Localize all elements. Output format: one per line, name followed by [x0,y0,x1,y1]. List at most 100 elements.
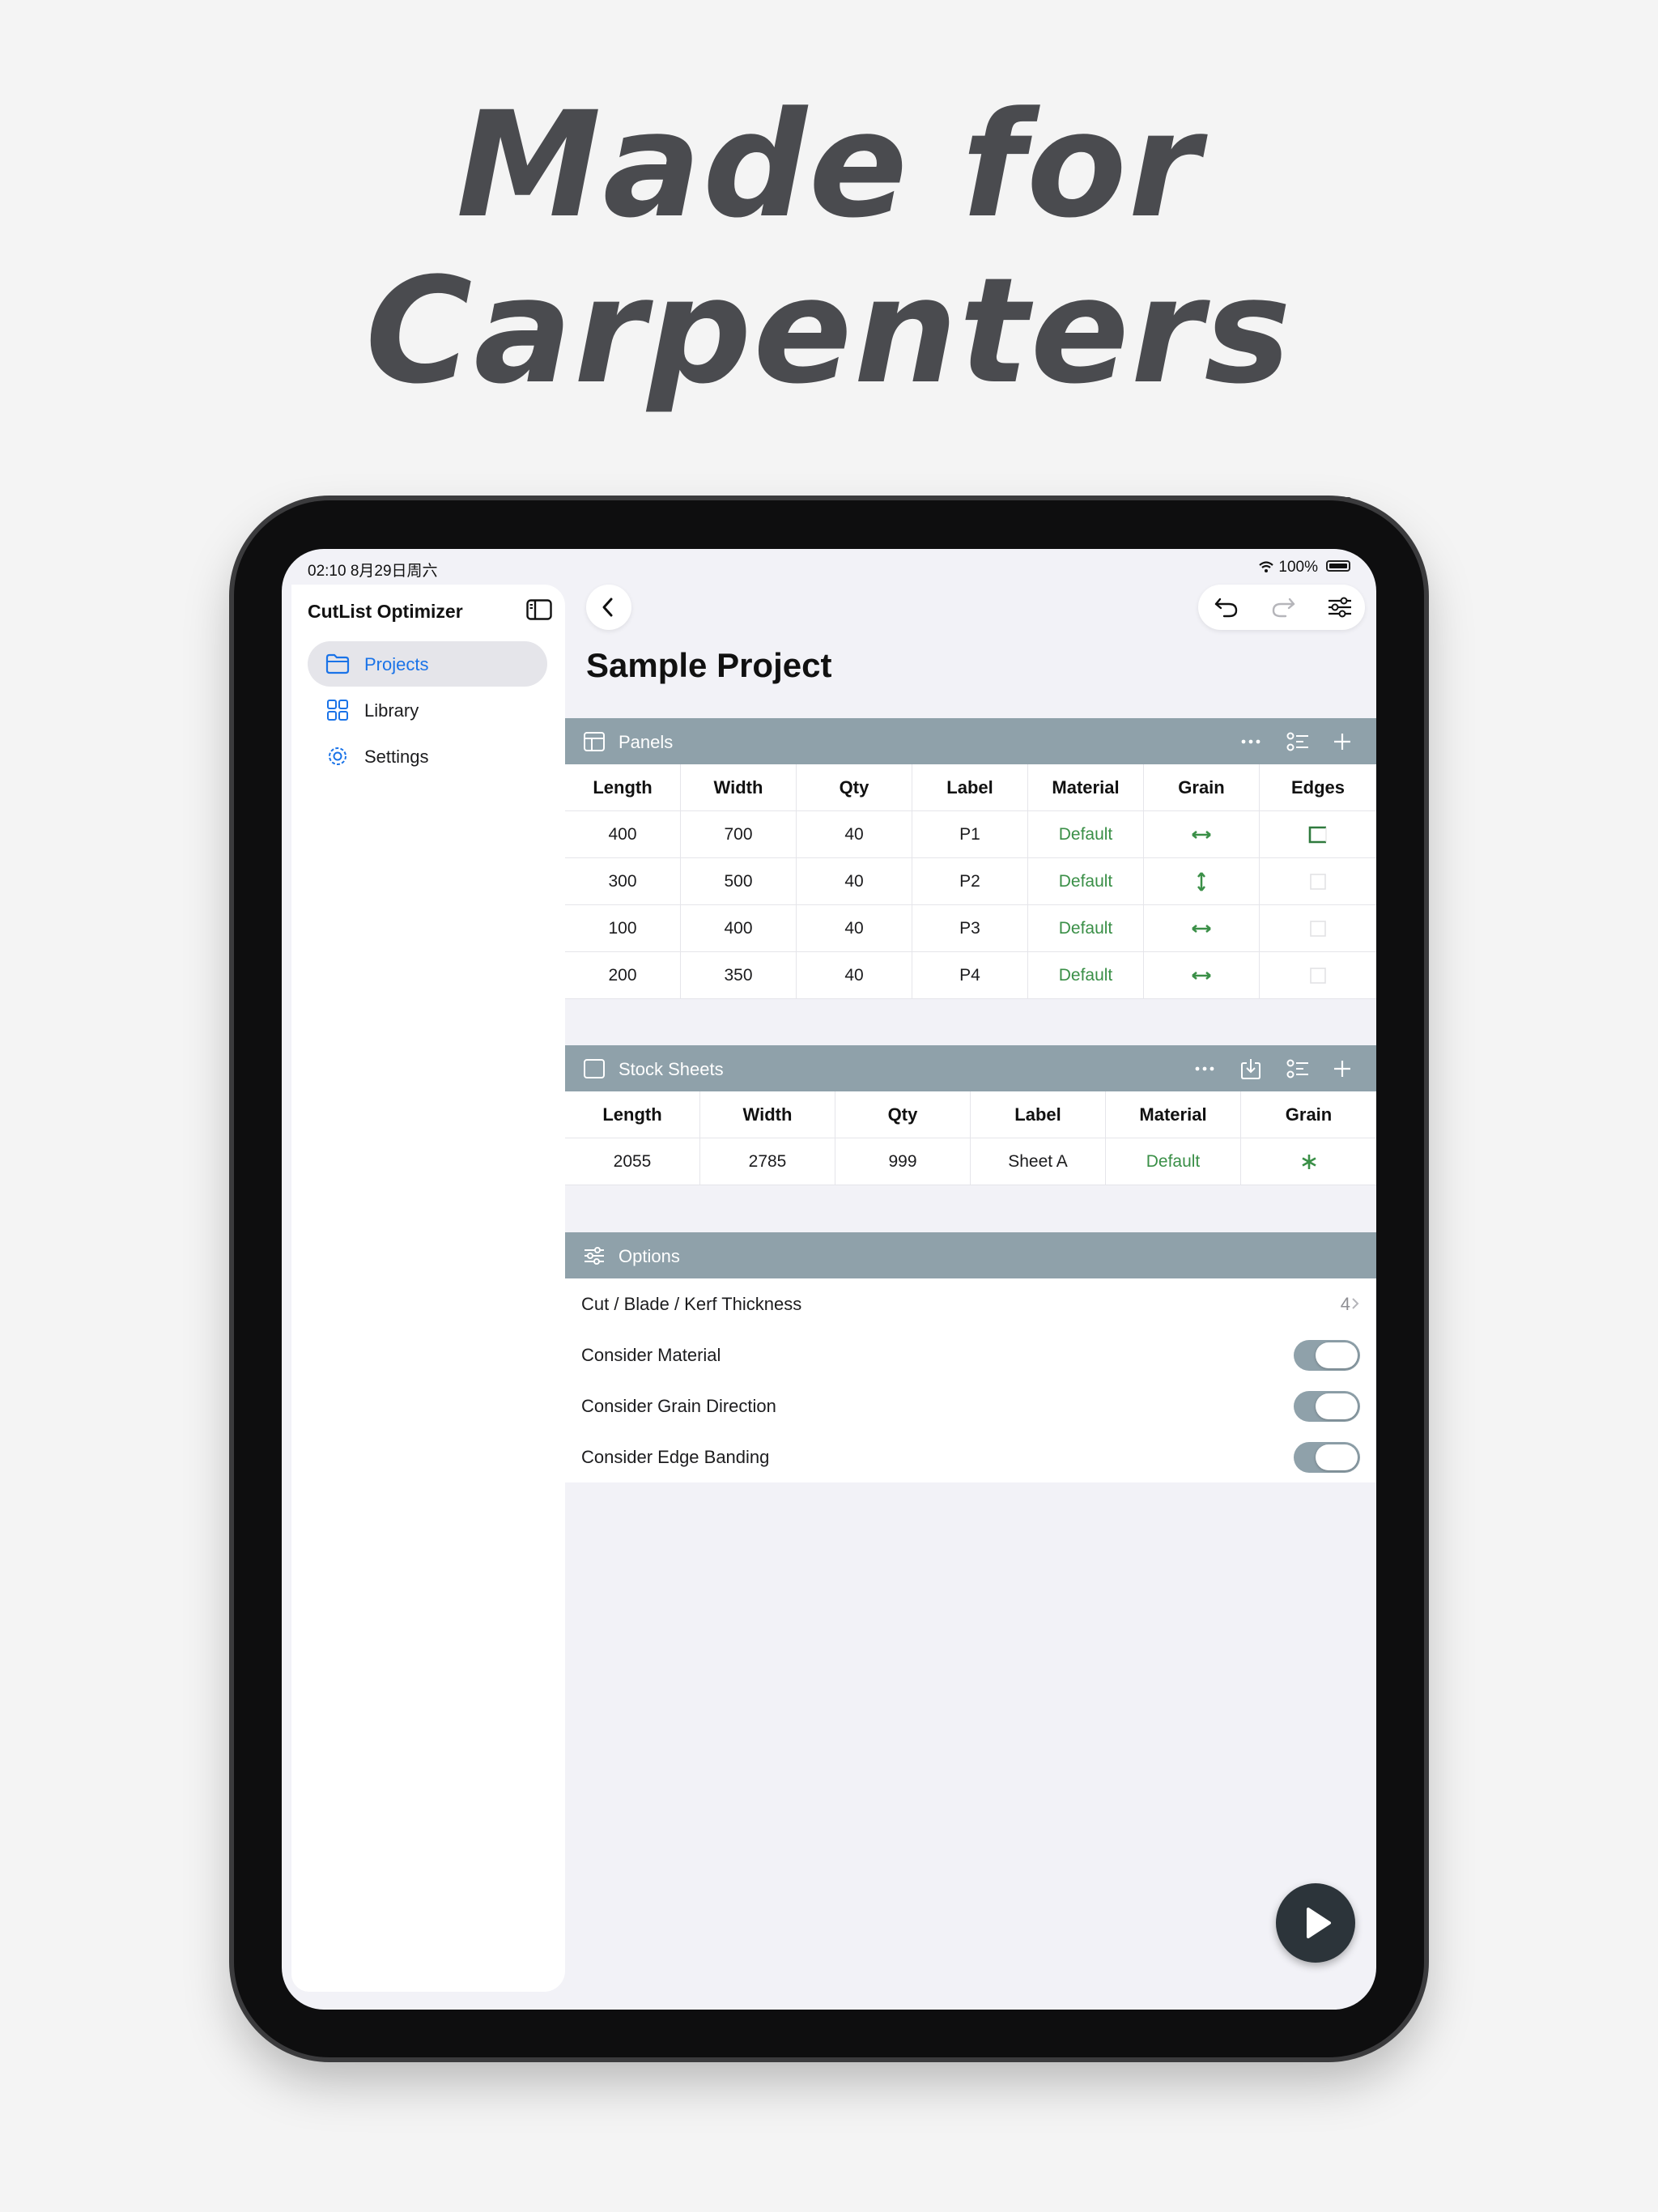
sidebar-item-projects[interactable]: Projects [308,641,547,687]
grain-horizontal-icon [1192,831,1211,840]
table-row[interactable]: 300 500 40 P2 Default [565,858,1376,905]
page-title: Sample Project [586,646,832,684]
battery-percent: 100% [1278,559,1318,576]
sidebar-toggle-icon[interactable] [526,599,552,620]
table-row[interactable]: 400 700 40 P1 Default [565,811,1376,858]
cell-grain[interactable] [1241,1138,1376,1185]
edge-empty-icon [1310,874,1326,891]
undo-icon[interactable] [1213,595,1240,619]
column-header: Width [700,1091,835,1138]
checklist-icon[interactable] [1286,1057,1310,1081]
options-list: Cut / Blade / Kerf Thickness 4 Consider … [565,1278,1376,1482]
app-title: CutList Optimizer [308,601,463,622]
panels-header: Panels [565,718,1376,764]
cell-grain[interactable] [1144,905,1260,951]
consider-edge-banding-row: Consider Edge Banding [565,1431,1376,1482]
add-sheet-icon[interactable] [1330,1057,1354,1081]
sidebar-item-label: Projects [364,654,429,674]
sidebar-item-library[interactable]: Library [308,687,547,733]
headline-line-2: Carpenters [365,247,1293,416]
cell-material[interactable]: Default [1028,905,1144,951]
cell-length[interactable]: 300 [565,858,681,904]
cell-material[interactable]: Default [1028,811,1144,857]
cell-width[interactable]: 400 [681,905,797,951]
consider-grain-toggle[interactable] [1294,1391,1360,1422]
cell-width[interactable]: 2785 [700,1138,835,1185]
edge-banding-icon [1308,827,1327,844]
cell-label[interactable]: Sheet A [971,1138,1106,1185]
table-row[interactable]: 100 400 40 P3 Default [565,905,1376,952]
consider-edge-banding-toggle[interactable] [1294,1442,1360,1473]
cell-qty[interactable]: 999 [835,1138,971,1185]
stock-sheets-title: Stock Sheets [619,1059,724,1079]
cell-length[interactable]: 2055 [565,1138,700,1185]
cell-label[interactable]: P3 [912,905,1028,951]
gear-icon [329,747,346,765]
column-header: Grain [1144,764,1260,810]
sliders-icon[interactable] [1326,595,1354,619]
column-header: Length [565,764,681,810]
cell-qty[interactable]: 40 [797,905,912,951]
more-icon[interactable] [1239,730,1263,754]
cell-qty[interactable]: 40 [797,858,912,904]
cell-edges[interactable] [1260,905,1376,951]
cell-label[interactable]: P1 [912,811,1028,857]
option-label: Consider Edge Banding [581,1447,770,1467]
option-label: Consider Material [581,1345,721,1365]
more-icon[interactable] [1192,1057,1217,1081]
grain-any-icon [1301,1155,1316,1170]
status-battery-text: 100% [1258,559,1318,576]
consider-material-toggle[interactable] [1294,1340,1360,1371]
column-header: Qty [797,764,912,810]
consider-material-row: Consider Material [565,1329,1376,1380]
consider-grain-row: Consider Grain Direction [565,1380,1376,1431]
options-title: Options [619,1246,680,1266]
cell-width[interactable]: 500 [681,858,797,904]
cell-edges[interactable] [1260,858,1376,904]
import-icon[interactable] [1239,1057,1263,1081]
cell-label[interactable]: P4 [912,952,1028,998]
grain-horizontal-icon [1192,972,1211,981]
cell-edges[interactable] [1260,811,1376,857]
folder-icon [325,653,350,674]
cell-material[interactable]: Default [1028,952,1144,998]
edge-empty-icon [1310,921,1326,938]
cell-label[interactable]: P2 [912,858,1028,904]
cell-edges[interactable] [1260,952,1376,998]
cell-qty[interactable]: 40 [797,952,912,998]
cell-grain[interactable] [1144,811,1260,857]
toolbar-actions [1198,585,1365,630]
headline-line-1: Made for [456,81,1202,250]
cell-length[interactable]: 400 [565,811,681,857]
table-row[interactable]: 2055 2785 999 Sheet A Default [565,1138,1376,1185]
cell-material[interactable]: Default [1028,858,1144,904]
column-header: Grain [1285,1104,1333,1125]
redo-icon[interactable] [1269,595,1297,619]
main-content: Sample Project Panels Length Width Qty L… [565,585,1376,2010]
cell-material[interactable]: Default [1106,1138,1241,1185]
cell-grain[interactable] [1144,858,1260,904]
add-panel-icon[interactable] [1330,730,1354,754]
optimize-play-button[interactable] [1276,1883,1355,1963]
cell-width[interactable]: 350 [681,952,797,998]
kerf-thickness-row[interactable]: Cut / Blade / Kerf Thickness 4 [565,1278,1376,1329]
sidebar: CutList Optimizer Projects Library Setti… [291,585,565,1992]
grain-vertical-icon [1197,872,1205,892]
checklist-icon[interactable] [1286,730,1310,754]
table-row[interactable]: 200 350 40 P4 Default [565,952,1376,999]
chevron-right-icon [1352,1298,1359,1309]
sidebar-item-settings[interactable]: Settings [308,734,547,779]
panels-table: Length Width Qty Label Material Grain Ed… [565,764,1376,999]
cell-grain[interactable] [1144,952,1260,998]
back-button[interactable] [586,585,631,630]
cell-length[interactable]: 200 [565,952,681,998]
cell-qty[interactable]: 40 [797,811,912,857]
column-header: Qty [835,1091,971,1138]
option-label: Consider Grain Direction [581,1396,776,1416]
column-header: Length [565,1091,700,1138]
kerf-value: 4 [1340,1294,1350,1314]
sidebar-item-label: Settings [364,747,429,767]
cell-length[interactable]: 100 [565,905,681,951]
cell-width[interactable]: 700 [681,811,797,857]
stock-sheets-table: Length Width Qty Label Material Grain 20… [565,1091,1376,1185]
